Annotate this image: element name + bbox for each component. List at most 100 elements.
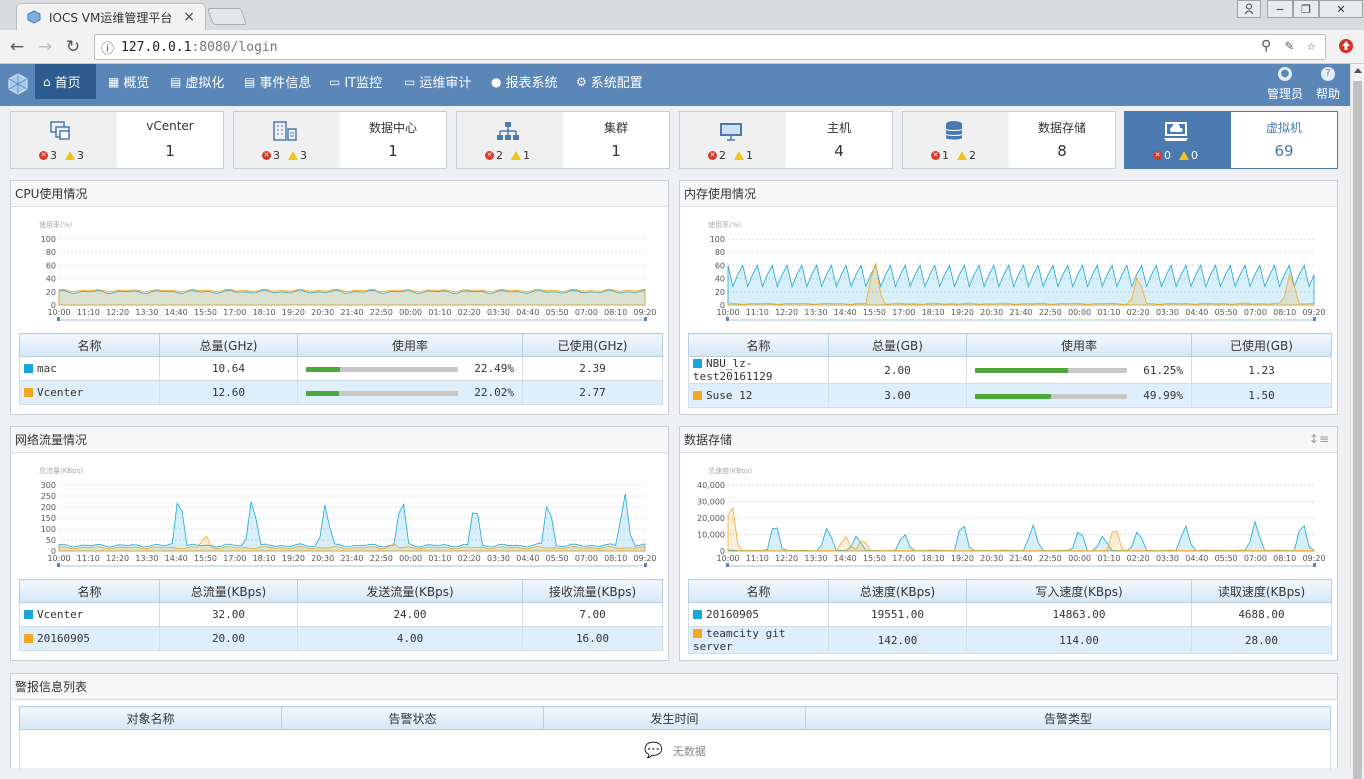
tab-close-icon[interactable]: × [183,9,195,25]
x-tick-label: 08:10 [604,554,627,563]
sort-icon[interactable]: ↕≡ [1309,432,1329,446]
nav-it-monitor[interactable]: ▭ IT监控 [321,64,390,99]
col-header[interactable]: 使用率 [297,333,523,357]
row-used: 1.50 [1191,383,1332,408]
col-header[interactable]: 接收流量(KBps) [522,579,663,603]
help-button[interactable]: ? 帮助 [1316,67,1340,102]
extension-icon[interactable]: ✎ [1285,38,1293,54]
update-icon[interactable] [1338,38,1354,54]
url-input[interactable]: ⓘ 127.0.0.1:8080/login ⚲ ✎ ☆ [94,34,1326,60]
col-header[interactable]: 已使用(GHz) [522,333,663,357]
x-tick-label: 11:10 [746,308,769,317]
col-header[interactable]: 总速度(KBps) [828,579,967,603]
nav-reports[interactable]: ● 报表系统 [483,64,566,99]
card-cluster[interactable]: ✕ 2 1 集群 1 [456,111,670,169]
col-header[interactable]: 名称 [19,333,160,357]
col-header[interactable]: 名称 [688,333,829,357]
card-vm[interactable]: ✕ 0 0 虚拟机 69 [1124,111,1338,169]
col-header[interactable]: 发生时间 [543,706,806,730]
row-recv: 16.00 [522,626,663,651]
col-header[interactable]: 使用率 [966,333,1192,357]
table-row[interactable]: teamcity git server 142.00 114.00 28.00 [688,626,1332,654]
y-axis-label: 总速度(KBps) [708,466,752,475]
card-label: 主机 [826,121,851,135]
col-header[interactable]: 总量(GHz) [159,333,298,357]
y-tick-label: 40 [715,275,725,284]
col-header[interactable]: 名称 [688,579,829,603]
table-row[interactable]: mac 10.64 22.49% 2.39 [19,356,663,381]
browser-tab[interactable]: IOCS VM运维管理平台 × [16,3,206,30]
series-swatch [24,610,33,619]
table-row[interactable]: Vcenter 32.00 24.00 7.00 [19,602,663,627]
nav-label: 系统配置 [590,76,643,91]
x-tick-label: 15:50 [863,554,886,563]
table-row[interactable]: 20160905 19551.00 14863.00 4688.00 [688,602,1332,627]
x-tick-label: 17:00 [892,308,915,317]
series-swatch [24,364,33,373]
series-area-20160905 [727,520,1315,552]
nav-overview[interactable]: ▦ 概览 [100,64,157,99]
col-header[interactable]: 告警状态 [281,706,544,730]
col-header[interactable]: 发送流量(KBps) [297,579,523,603]
forward-button[interactable]: → [34,36,56,58]
nav-events[interactable]: ▤ 事件信息 [236,64,319,99]
back-button[interactable]: ← [6,36,28,58]
row-used: 1.23 [1191,356,1332,384]
x-tick-label: 00:00 [1068,554,1091,563]
table-row[interactable]: Vcenter 12.60 22.02% 2.77 [19,380,663,405]
cpu-usage-chart: 使用率(%)10080604020010:00 11:10 12:20 13:30 14… [39,220,657,321]
col-header[interactable]: 告警类型 [805,706,1331,730]
row-sent: 4.00 [297,626,523,651]
col-header[interactable]: 写入速度(KBps) [966,579,1192,603]
help-icon: ? [1321,67,1335,81]
col-header[interactable]: 总量(GB) [828,333,967,357]
nav-home[interactable]: ⌂ 首页 [35,64,96,99]
nav-virtualization[interactable]: ▤ 虚拟化 [162,64,232,99]
table-row[interactable]: 20160905 20.00 4.00 16.00 [19,626,663,651]
card-datacenter[interactable]: ✕ 3 3 数据中心 1 [233,111,447,169]
col-header[interactable]: 总流量(KBps) [159,579,298,603]
x-tick-label: 18:10 [922,554,945,563]
app-logo-icon[interactable] [6,72,30,96]
gear-icon: ⚙ [576,74,587,89]
col-header[interactable]: 读取速度(KBps) [1191,579,1332,603]
memory-panel: 内存使用情况 使用率(%) 100 80 60 40 20 0 10:00 11:10 12:20… [679,180,1338,415]
nav-settings[interactable]: ⚙ 系统配置 [568,64,651,99]
x-tick-label: 08:10 [1273,308,1296,317]
reload-button[interactable]: ↻ [62,36,84,58]
col-header[interactable]: 名称 [19,579,160,603]
error-icon: ✕ [262,151,271,160]
y-tick-label: 40,000 [697,481,725,490]
profile-button[interactable] [1237,0,1261,18]
restore-button[interactable]: ❐ [1293,0,1319,18]
y-tick-label: 200 [41,503,56,512]
card-vcenter[interactable]: ✕ 3 3 vCenter 1 [10,111,224,169]
zoom-icon[interactable]: ⚲ [1261,38,1271,54]
usage-bar-fill [975,393,1051,399]
minimize-button[interactable]: − [1267,0,1293,18]
network-panel: 网络流量情况 总流量(KBps) 300 250 200 150 100 50 0 10:00 1… [10,426,669,661]
scrollbar-thumb[interactable] [1353,81,1362,779]
x-tick-label: 15:50 [863,308,886,317]
col-header[interactable]: 已使用(GB) [1191,333,1332,357]
table-row[interactable]: NBU_lz-test20161129 2.00 61.25% 1.23 [688,356,1332,384]
card-host[interactable]: ✕ 2 1 主机 4 [679,111,893,169]
close-window-button[interactable]: ✕ [1319,0,1363,18]
bookmark-star-icon[interactable]: ☆ [1307,38,1315,54]
new-tab-button[interactable] [206,8,248,25]
tab-title: IOCS VM运维管理平台 [49,10,173,25]
nav-label: 运维审计 [419,76,472,91]
nav-audit[interactable]: ▭ 运维审计 [396,64,479,99]
admin-button[interactable]: ● 管理员 [1267,67,1303,102]
row-name: teamcity git server [693,627,786,653]
table-row[interactable]: Suse 12 3.00 49.99% 1.50 [688,383,1332,408]
admin-label: 管理员 [1267,87,1304,101]
page-scrollbar[interactable] [1350,64,1364,779]
row-used: 2.39 [522,356,663,381]
arrow-left-icon: ← [9,37,25,57]
x-tick-label: 14:40 [834,308,857,317]
x-tick-label: 05:50 [546,308,569,317]
card-datastore[interactable]: ✕ 1 2 数据存储 8 [902,111,1116,169]
scroll-up-icon[interactable] [1354,68,1362,73]
col-header[interactable]: 对象名称 [19,706,282,730]
